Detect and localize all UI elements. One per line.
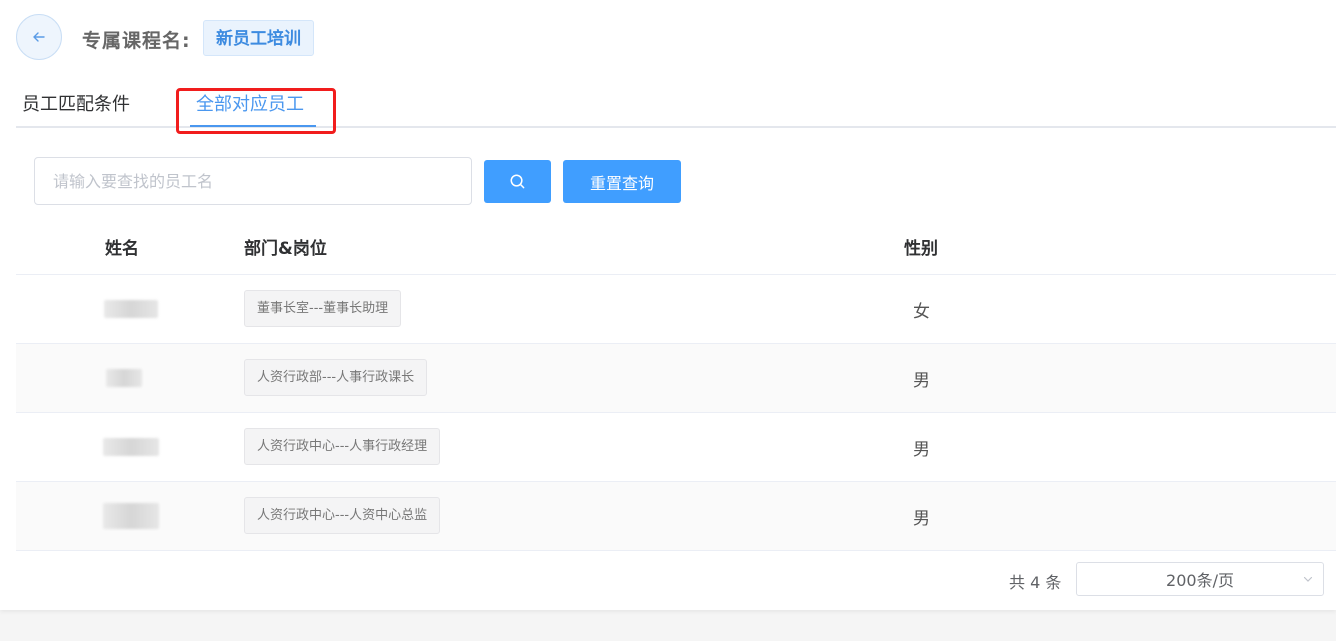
pagination-total: 共 4 条 — [1009, 573, 1062, 592]
gender-value: 男 — [913, 509, 930, 529]
back-button[interactable] — [16, 14, 62, 60]
dept-position-tag: 人资行政部---人事行政课长 — [244, 359, 428, 396]
course-label: 专属课程名: — [82, 30, 191, 52]
search-button[interactable] — [484, 160, 551, 203]
blurred-employee-name — [88, 425, 160, 469]
chevron-down-icon — [1303, 576, 1313, 582]
tab-all-employees[interactable]: 全部对应员工 — [196, 90, 304, 116]
active-tab-indicator — [190, 125, 316, 127]
table-header: 姓名 部门&岗位 性别 — [16, 216, 1336, 275]
table-row: 董事长室---董事长助理 女 — [16, 275, 1336, 344]
blurred-employee-name — [88, 287, 160, 331]
reset-query-button[interactable]: 重置查询 — [563, 160, 681, 203]
employee-table: 姓名 部门&岗位 性别 董事长室---董事长助理 女 人资行政部---人事行政课… — [16, 216, 1336, 551]
page-size-value: 200条/页 — [1166, 571, 1234, 590]
column-header-dept: 部门&岗位 — [244, 239, 327, 259]
dept-position-tag: 人资行政中心---人资中心总监 — [244, 497, 441, 534]
main-panel: 专属课程名: 新员工培训 员工匹配条件 全部对应员工 重置查询 姓名 部门&岗位… — [0, 0, 1336, 610]
table-row: 人资行政中心---人事行政经理 男 — [16, 413, 1336, 482]
arrow-left-icon — [33, 32, 45, 42]
gender-value: 男 — [913, 440, 930, 460]
blurred-employee-name — [88, 356, 160, 400]
search-icon — [510, 174, 525, 189]
page-size-select[interactable]: 200条/页 — [1076, 562, 1324, 596]
gender-value: 女 — [913, 302, 930, 322]
blurred-employee-name — [88, 494, 160, 538]
dept-position-tag: 董事长室---董事长助理 — [244, 290, 402, 327]
tab-employee-match-conditions[interactable]: 员工匹配条件 — [22, 90, 130, 116]
gender-value: 男 — [913, 371, 930, 391]
column-header-name: 姓名 — [105, 239, 139, 259]
table-row: 人资行政中心---人资中心总监 男 — [16, 482, 1336, 551]
dept-position-tag: 人资行政中心---人事行政经理 — [244, 428, 441, 465]
column-header-gender: 性别 — [904, 239, 938, 259]
course-name-tag: 新员工培训 — [203, 20, 314, 56]
employee-search-input[interactable] — [34, 157, 472, 205]
table-row: 人资行政部---人事行政课长 男 — [16, 344, 1336, 413]
